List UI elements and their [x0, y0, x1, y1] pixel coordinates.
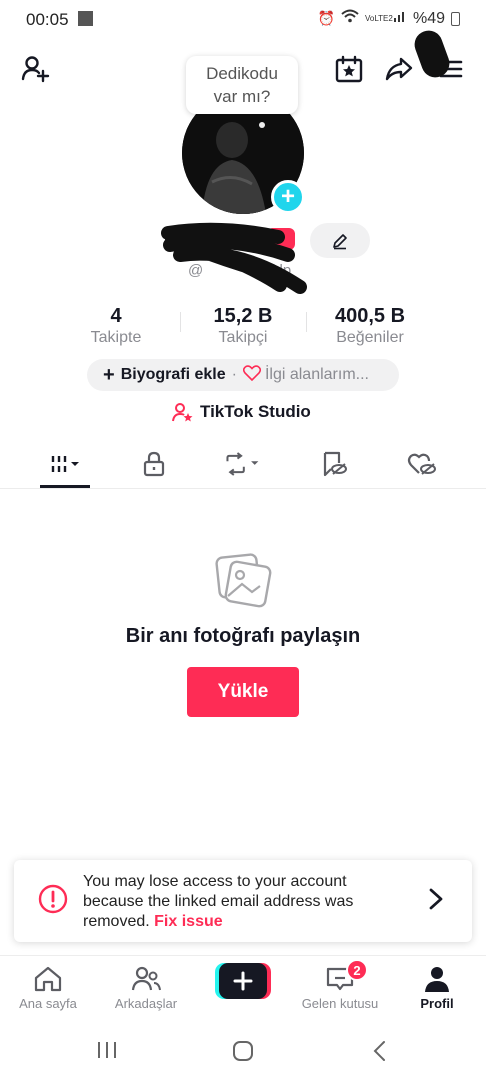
home-system-button[interactable]	[231, 1039, 255, 1068]
back-button[interactable]	[370, 1039, 390, 1068]
stat-followers-label: Takipçi	[218, 329, 268, 346]
create-button[interactable]	[215, 963, 271, 999]
stat-followers[interactable]: 15,2 B Takipçi	[193, 305, 293, 347]
nav-home[interactable]: Ana sayfa	[3, 956, 93, 1026]
profile-tabs	[0, 446, 486, 488]
empty-state-title: Bir anı fotoğrafı paylaşın	[125, 625, 361, 647]
wifi-icon	[341, 9, 359, 28]
stat-divider	[180, 312, 181, 332]
tabs-divider	[0, 488, 486, 489]
tab-reposts[interactable]	[222, 446, 262, 482]
tab-liked[interactable]	[402, 446, 442, 482]
stat-likes-value: 400,5 B	[334, 305, 406, 327]
plus-icon: +	[280, 183, 295, 210]
system-navigation	[0, 1025, 486, 1080]
bio-interests-pill[interactable]: + Biyografi ekle · İlgi alanlarım...	[87, 359, 399, 391]
nav-profile[interactable]: Profil	[392, 956, 482, 1026]
pencil-icon	[333, 233, 347, 249]
recent-apps-icon	[98, 1042, 116, 1058]
nav-friends[interactable]: Arkadaşlar	[101, 956, 191, 1026]
share-button[interactable]	[381, 51, 417, 87]
stat-divider	[306, 312, 307, 332]
bookmark-eye-icon	[323, 451, 347, 477]
upload-button[interactable]: Yükle	[187, 667, 299, 717]
tab-videos[interactable]	[45, 446, 85, 482]
inbox-count-badge: 2	[346, 959, 368, 981]
signal-icon	[393, 9, 407, 28]
stat-following-value: 4	[110, 305, 122, 327]
warning-icon	[38, 884, 68, 919]
status-bubble[interactable]: Dedikodu var mı?	[186, 56, 298, 114]
name-redaction-scribble	[161, 222, 307, 294]
alarm-icon: ⏰	[317, 10, 335, 26]
add-bio-label[interactable]: Biyografi ekle	[121, 366, 226, 384]
heart-eye-icon	[407, 453, 436, 475]
stat-following-label: Takipte	[90, 329, 142, 346]
bio-separator: ·	[231, 366, 237, 383]
status-time: 00:05	[26, 10, 69, 29]
back-chevron-icon	[373, 1041, 385, 1061]
status-bar: 00:05 ⏰ VoLTE2 %49	[0, 0, 486, 38]
home-icon	[34, 966, 62, 992]
battery-icon	[451, 11, 460, 26]
stat-likes-label: Beğeniler	[336, 329, 404, 346]
lock-icon	[143, 451, 165, 477]
gallery-notification-icon	[78, 11, 93, 26]
bubble-line1: Dedikodu	[206, 64, 278, 83]
stat-likes[interactable]: 400,5 B Beğeniler	[320, 305, 420, 347]
plus-icon: +	[103, 363, 115, 386]
stat-following[interactable]: 4 Takipte	[76, 305, 156, 347]
nav-inbox-label: Gelen kutusu	[301, 996, 379, 1011]
studio-label: TikTok Studio	[200, 402, 311, 421]
nav-home-label: Ana sayfa	[19, 996, 77, 1011]
calendar-star-button[interactable]	[331, 51, 367, 87]
share-arrow-icon	[385, 57, 413, 81]
bubble-line2: var mı?	[213, 87, 271, 106]
recent-apps-button[interactable]	[96, 1039, 118, 1066]
tab-saved[interactable]	[314, 446, 354, 482]
nav-friends-label: Arkadaşlar	[114, 996, 178, 1011]
profile-icon	[425, 967, 449, 992]
create-plus-icon	[215, 963, 271, 999]
status-icons: ⏰ VoLTE2 %49	[318, 9, 460, 28]
add-story-button[interactable]: +	[271, 180, 305, 214]
calendar-star-icon	[335, 55, 363, 83]
add-person-icon	[21, 56, 50, 83]
photo-stack-icon	[214, 550, 272, 615]
chevron-right-icon[interactable]	[424, 884, 448, 919]
battery-level: %49	[412, 9, 445, 27]
friends-icon	[131, 966, 161, 991]
tab-private[interactable]	[134, 446, 174, 482]
warning-message: You may lose access to your account beca…	[83, 872, 403, 932]
person-star-icon	[172, 403, 193, 422]
stat-followers-value: 15,2 B	[213, 305, 273, 327]
add-friend-button[interactable]	[17, 51, 53, 87]
home-square-icon	[233, 1041, 253, 1061]
grid-dropdown-icon	[51, 456, 79, 472]
edit-profile-button[interactable]	[310, 223, 370, 258]
lte-label: VoLTE2	[364, 14, 393, 23]
account-warning-banner[interactable]: You may lose access to your account beca…	[14, 860, 472, 942]
fix-issue-link[interactable]: Fix issue	[154, 913, 222, 930]
tiktok-studio-link[interactable]: TikTok Studio	[172, 402, 311, 422]
nav-inbox[interactable]: Gelen kutusu	[295, 956, 385, 1026]
heart-outline-icon	[242, 364, 262, 386]
interests-label[interactable]: İlgi alanlarım...	[265, 366, 369, 384]
repost-dropdown-icon	[226, 452, 259, 476]
nav-profile-label: Profil	[420, 996, 454, 1011]
